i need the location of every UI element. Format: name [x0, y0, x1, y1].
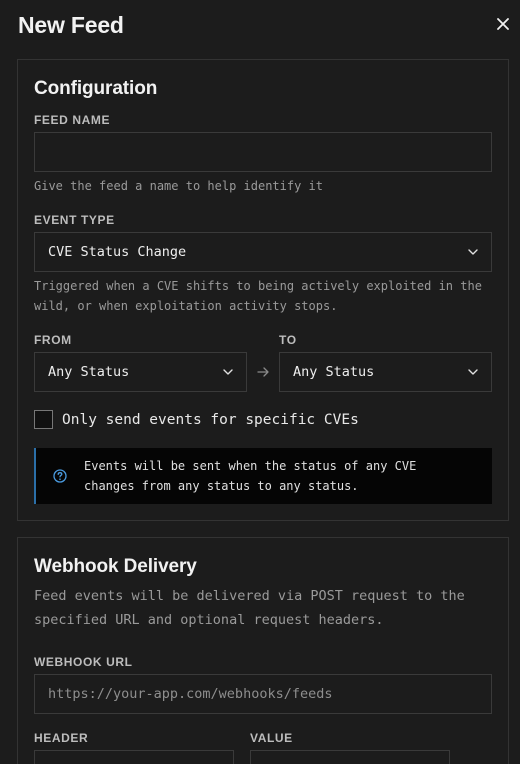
- chevron-down-icon: [468, 249, 478, 255]
- event-type-label: EVENT TYPE: [34, 213, 115, 227]
- header-label: HEADER: [34, 731, 89, 745]
- configuration-panel: Configuration FEED NAME Give the feed a …: [17, 59, 509, 521]
- help-circle-icon: [53, 469, 67, 483]
- specific-cves-checkbox[interactable]: [34, 410, 53, 429]
- chevron-down-icon: [223, 369, 233, 375]
- webhook-description-line-1: Feed events will be delivered via POST r…: [34, 588, 465, 604]
- event-type-help: Triggered when a CVE shifts to being act…: [34, 279, 482, 313]
- specific-cves-label: Only send events for specific CVEs: [62, 411, 359, 428]
- header-name-input[interactable]: [34, 750, 234, 764]
- from-label: FROM: [34, 333, 72, 347]
- feed-name-help: Give the feed a name to help identify it: [34, 179, 323, 193]
- webhook-url-label: WEBHOOK URL: [34, 655, 133, 669]
- from-status-value: Any Status: [48, 364, 130, 380]
- configuration-title: Configuration: [34, 78, 158, 99]
- from-status-select[interactable]: Any Status: [34, 352, 247, 392]
- feed-name-label: FEED NAME: [34, 113, 111, 127]
- info-text-line-1: Events will be sent when the status of a…: [84, 459, 417, 473]
- event-type-value: CVE Status Change: [48, 244, 187, 260]
- dialog-header: New Feed: [0, 0, 520, 52]
- chevron-down-icon: [468, 369, 478, 375]
- value-label: VALUE: [250, 731, 293, 745]
- arrow-right-icon: [257, 367, 269, 377]
- to-label: TO: [279, 333, 297, 347]
- specific-cves-option[interactable]: Only send events for specific CVEs: [34, 410, 359, 429]
- dialog-title: New Feed: [18, 12, 124, 38]
- feed-name-input[interactable]: [34, 132, 492, 172]
- event-type-select[interactable]: CVE Status Change: [34, 232, 492, 272]
- header-value-input[interactable]: [250, 750, 450, 764]
- webhook-title: Webhook Delivery: [34, 556, 197, 577]
- info-text-line-2: changes from any status to any status.: [84, 479, 359, 493]
- info-callout: Events will be sent when the status of a…: [34, 448, 492, 504]
- info-text: Events will be sent when the status of a…: [84, 456, 444, 496]
- webhook-description-line-2: specified URL and optional request heade…: [34, 612, 384, 628]
- webhook-url-input[interactable]: [34, 674, 492, 714]
- to-status-select[interactable]: Any Status: [279, 352, 492, 392]
- webhook-panel: Webhook Delivery Feed events will be del…: [17, 537, 509, 764]
- to-status-value: Any Status: [293, 364, 375, 380]
- webhook-description: Feed events will be delivered via POST r…: [34, 584, 494, 632]
- close-icon[interactable]: [496, 17, 510, 31]
